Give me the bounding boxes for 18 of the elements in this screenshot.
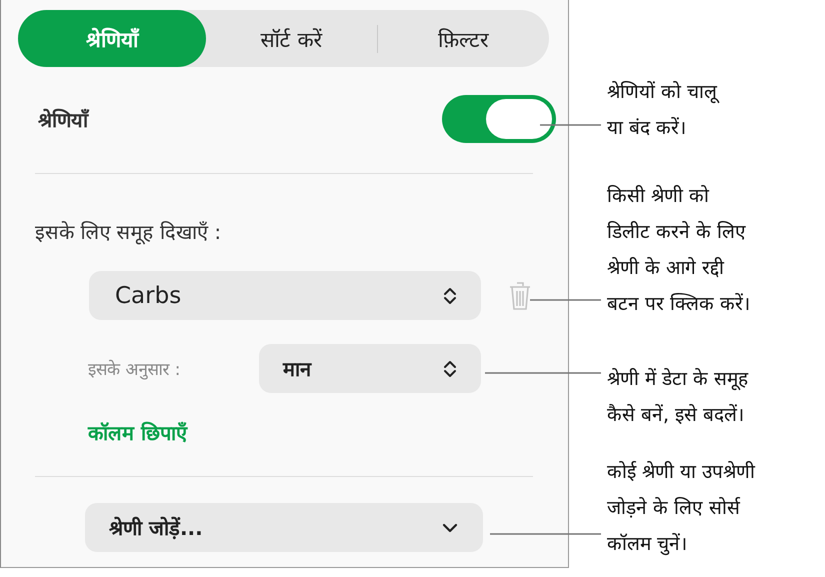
add-category-popup[interactable]: श्रेणी जोड़ें... (85, 503, 483, 552)
tab[interactable]: सॉर्ट करें (206, 10, 377, 67)
sort-popup[interactable]: मान (259, 344, 481, 393)
sort-by-label: इसके अनुसार : (88, 358, 182, 380)
callout-text: श्रेणियों को चालू या बंद करें। (607, 80, 718, 141)
up-down-chevron-icon (443, 286, 457, 306)
toggle-label: श्रेणियाँ (38, 106, 88, 132)
callout-text: कोई श्रेणी या उपश्रेणी जोड़ने के लिए सोर्स कॉलम चुनें। (607, 460, 756, 558)
callout-text: किसी श्रेणी को डिलीट करने के लिए श्रेणी के आगे रद्दी बटन पर क्लिक करें। (607, 184, 750, 317)
group-by-label: इसके लिए समूह दिखाएँ : (34, 219, 222, 245)
group-popup[interactable]: Carbs (89, 271, 481, 320)
leader-line (530, 299, 601, 301)
callout-text: श्रेणी में डेटा के समूह कैसे बनें, इसे बदलें। (607, 367, 748, 428)
up-down-chevron-icon (443, 358, 457, 378)
leader-line (540, 124, 601, 126)
tab[interactable]: फ़िल्टर (378, 10, 549, 67)
toggle-switch[interactable] (442, 95, 556, 143)
chevron-down-icon (441, 522, 459, 534)
